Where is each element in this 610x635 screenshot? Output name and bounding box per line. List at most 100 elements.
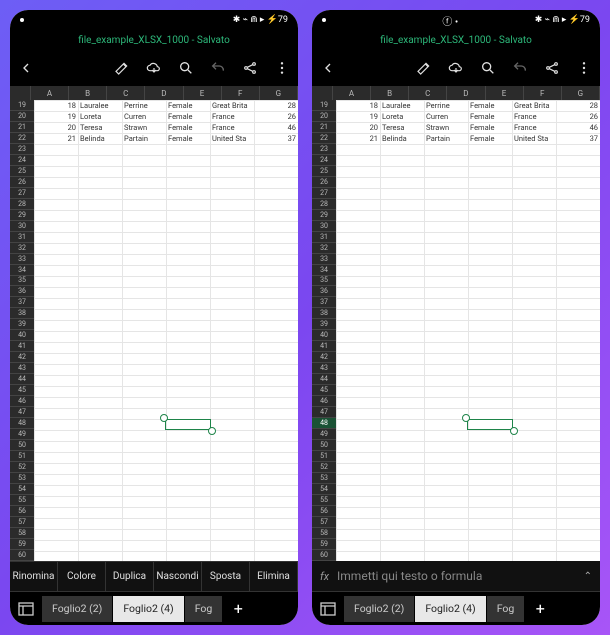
cell[interactable]: France <box>210 111 254 122</box>
row-header[interactable]: 21 <box>10 122 34 133</box>
row-header[interactable]: 19 <box>312 100 336 111</box>
share-icon[interactable] <box>242 60 258 76</box>
col-header[interactable]: E <box>184 86 222 100</box>
cell[interactable]: Female <box>468 122 512 133</box>
cell[interactable]: 18 <box>336 100 380 111</box>
ctx-rename[interactable]: Rinomina <box>10 562 58 591</box>
grid[interactable]: 18LauraleePerrineFemaleGreat Brita2819Lo… <box>336 100 600 561</box>
row-header[interactable]: 45 <box>10 385 34 396</box>
row-header[interactable]: 30 <box>10 221 34 232</box>
row-header[interactable]: 19 <box>10 100 34 111</box>
cell[interactable]: United Sta <box>512 133 556 144</box>
row-header[interactable]: 58 <box>312 528 336 539</box>
cell[interactable]: Strawn <box>424 122 468 133</box>
row-header[interactable]: 35 <box>312 276 336 287</box>
row-header[interactable]: 52 <box>312 462 336 473</box>
more-icon[interactable] <box>576 60 592 76</box>
row-header[interactable]: 40 <box>312 330 336 341</box>
row-header[interactable]: 56 <box>312 506 336 517</box>
row-header[interactable]: 51 <box>312 451 336 462</box>
cell[interactable]: 37 <box>556 133 600 144</box>
add-sheet-button[interactable]: + <box>525 592 555 626</box>
ctx-duplicate[interactable]: Duplica <box>106 562 154 591</box>
cell[interactable]: Partain <box>424 133 468 144</box>
cell[interactable]: 28 <box>556 100 600 111</box>
row-header[interactable]: 60 <box>10 550 34 561</box>
row-header[interactable]: 45 <box>312 385 336 396</box>
tab-sheet[interactable]: Foglio2 (2) <box>344 596 414 622</box>
row-header[interactable]: 49 <box>10 429 34 440</box>
row-header[interactable]: 44 <box>10 374 34 385</box>
cell[interactable]: Loreta <box>78 111 122 122</box>
row-header[interactable]: 24 <box>312 155 336 166</box>
sheet-body[interactable]: 1920212223242526272829303132333435363738… <box>312 100 600 561</box>
cell[interactable]: France <box>512 122 556 133</box>
select-all-corner[interactable] <box>10 86 31 100</box>
sheets-icon[interactable] <box>10 602 42 616</box>
sheet-body[interactable]: 1920212223242526272829303132333435363738… <box>10 100 298 561</box>
cell[interactable]: 26 <box>254 111 298 122</box>
selection-handle[interactable] <box>510 427 518 435</box>
formula-input[interactable]: Immetti qui testo o formula <box>337 569 576 583</box>
cell[interactable]: 37 <box>254 133 298 144</box>
row-header[interactable]: 54 <box>10 484 34 495</box>
row-header[interactable]: 34 <box>312 265 336 276</box>
row-header[interactable]: 46 <box>312 396 336 407</box>
cell[interactable]: Female <box>166 111 210 122</box>
back-icon[interactable] <box>320 60 336 76</box>
row-header[interactable]: 56 <box>10 506 34 517</box>
row-header[interactable]: 28 <box>312 199 336 210</box>
cell[interactable]: 46 <box>254 122 298 133</box>
row-header[interactable]: 32 <box>312 243 336 254</box>
row-header[interactable]: 35 <box>10 276 34 287</box>
row-header[interactable]: 52 <box>10 462 34 473</box>
ctx-hide[interactable]: Nascondi <box>154 562 202 591</box>
cell[interactable]: Female <box>468 133 512 144</box>
col-header[interactable]: E <box>486 86 524 100</box>
cell[interactable]: 26 <box>556 111 600 122</box>
row-header[interactable]: 47 <box>10 407 34 418</box>
cell[interactable]: France <box>210 122 254 133</box>
cell[interactable]: Teresa <box>78 122 122 133</box>
cell[interactable]: Female <box>166 100 210 111</box>
row-header[interactable]: 20 <box>312 111 336 122</box>
row-header[interactable]: 48 <box>312 418 336 429</box>
row-header[interactable]: 22 <box>10 133 34 144</box>
row-header[interactable]: 38 <box>10 308 34 319</box>
row-header[interactable]: 55 <box>312 495 336 506</box>
cell[interactable]: United Sta <box>210 133 254 144</box>
cell[interactable]: Curren <box>122 111 166 122</box>
row-header[interactable]: 26 <box>10 177 34 188</box>
col-header[interactable]: G <box>562 86 600 100</box>
expand-icon[interactable]: ⌃ <box>584 571 592 582</box>
row-header[interactable]: 37 <box>10 297 34 308</box>
cell[interactable]: Female <box>468 111 512 122</box>
row-header[interactable]: 46 <box>10 396 34 407</box>
add-sheet-button[interactable]: + <box>223 592 253 626</box>
cell[interactable]: Perrine <box>122 100 166 111</box>
row-header[interactable]: 54 <box>312 484 336 495</box>
row-header[interactable]: 43 <box>10 363 34 374</box>
cell[interactable]: Lauralee <box>78 100 122 111</box>
row-header[interactable]: 41 <box>10 341 34 352</box>
col-header[interactable]: C <box>107 86 145 100</box>
tab-sheet[interactable]: Fog <box>185 596 223 622</box>
search-icon[interactable] <box>178 60 194 76</box>
cell[interactable]: France <box>512 111 556 122</box>
cell[interactable]: 18 <box>34 100 78 111</box>
row-header[interactable]: 53 <box>10 473 34 484</box>
row-header[interactable]: 48 <box>10 418 34 429</box>
row-header[interactable]: 49 <box>312 429 336 440</box>
row-header[interactable]: 25 <box>10 166 34 177</box>
cell[interactable]: Teresa <box>380 122 424 133</box>
col-header[interactable]: D <box>145 86 183 100</box>
row-header[interactable]: 33 <box>312 254 336 265</box>
cell[interactable]: Perrine <box>424 100 468 111</box>
col-header[interactable]: B <box>371 86 409 100</box>
col-header[interactable]: D <box>447 86 485 100</box>
row-header[interactable]: 39 <box>10 319 34 330</box>
row-header[interactable]: 33 <box>10 254 34 265</box>
row-header[interactable]: 55 <box>10 495 34 506</box>
row-header[interactable]: 40 <box>10 330 34 341</box>
row-header[interactable]: 25 <box>312 166 336 177</box>
